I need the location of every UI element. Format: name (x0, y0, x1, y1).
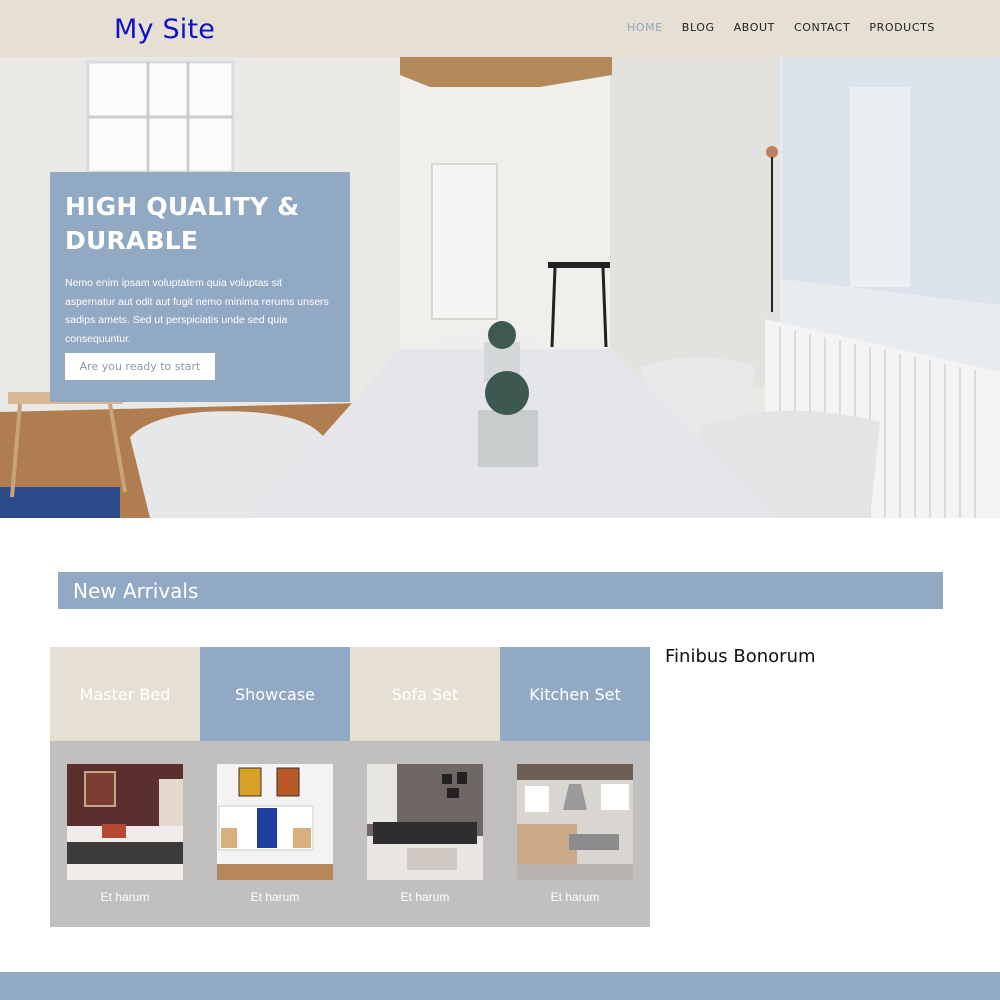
site-header: My Site HOME BLOG ABOUT CONTACT PRODUCTS (0, 0, 1000, 57)
caption-showcase: Et harum (250, 890, 300, 904)
hero-title-line2: DURABLE (65, 226, 199, 255)
hero-card: HIGH QUALITY & DURABLE Nemo enim ipsam v… (50, 172, 350, 402)
new-arrivals-bar: New Arrivals (58, 572, 943, 609)
product-image-showcase[interactable] (217, 764, 333, 880)
nav-products[interactable]: PRODUCTS (869, 21, 935, 34)
products-panel: Master Bed Showcase Sofa Set Kitchen Set… (50, 647, 650, 927)
hero-banner: HIGH QUALITY & DURABLE Nemo enim ipsam v… (0, 57, 1000, 518)
hero-text: Nemo enim ipsam voluptatem quia voluptas… (65, 277, 329, 345)
hero-title-line1: HIGH QUALITY & (65, 192, 300, 221)
hero-title: HIGH QUALITY & DURABLE (65, 190, 335, 258)
main-nav: HOME BLOG ABOUT CONTACT PRODUCTS (627, 21, 935, 34)
caption-sofa-set: Et harum (400, 890, 450, 904)
product-image-sofa-set[interactable] (367, 764, 483, 880)
tab-master-bed[interactable]: Master Bed (50, 647, 200, 741)
product-image-kitchen-set[interactable] (517, 764, 633, 880)
tab-showcase[interactable]: Showcase (200, 647, 350, 741)
nav-blog[interactable]: BLOG (682, 21, 715, 34)
nav-contact[interactable]: CONTACT (794, 21, 850, 34)
new-arrivals-title: New Arrivals (73, 579, 199, 603)
start-button[interactable]: Are you ready to start (65, 353, 215, 380)
footer-bar (0, 972, 1000, 1000)
tab-sofa-set[interactable]: Sofa Set (350, 647, 500, 741)
nav-home[interactable]: HOME (627, 21, 663, 34)
tab-kitchen-set[interactable]: Kitchen Set (500, 647, 650, 741)
caption-master-bed: Et harum (100, 890, 150, 904)
nav-about[interactable]: ABOUT (734, 21, 775, 34)
site-logo[interactable]: My Site (114, 14, 215, 45)
caption-kitchen-set: Et harum (550, 890, 600, 904)
finibus-heading: Finibus Bonorum (665, 646, 816, 667)
product-image-master-bed[interactable] (67, 764, 183, 880)
